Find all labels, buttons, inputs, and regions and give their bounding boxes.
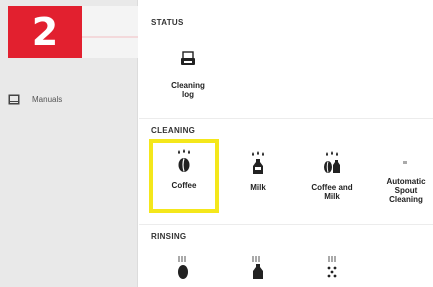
spout-rinse-icon xyxy=(327,256,337,278)
sidebar-item-label: Manuals xyxy=(32,94,63,104)
tile-coffee[interactable]: Coffee xyxy=(149,139,219,213)
tile-label: Coffee xyxy=(171,181,197,190)
tile-label: Automatic Spout Cleaning xyxy=(386,177,426,204)
section-divider xyxy=(139,224,433,225)
coffee-bean-drops-icon xyxy=(178,149,190,172)
section-title-rinsing: RINSING xyxy=(151,232,187,241)
coffee-milk-drops-icon xyxy=(324,151,340,173)
section-title-cleaning: CLEANING xyxy=(151,126,196,135)
tile-milk[interactable]: Milk xyxy=(223,143,293,217)
tile-label: Cleaning log xyxy=(171,81,205,99)
tile-label: Milk xyxy=(250,183,266,192)
milk-bottle-drops-icon xyxy=(252,151,264,174)
tile-rinse-coffee[interactable] xyxy=(149,252,219,287)
sidebar: 2 Manuals xyxy=(0,0,138,287)
section-title-status: STATUS xyxy=(151,18,184,27)
tile-coffee-and-milk[interactable]: Coffee and Milk xyxy=(297,143,367,217)
main-panel: STATUS Cleaning log CLEANING Coffee Milk… xyxy=(139,0,433,287)
book-icon xyxy=(8,94,20,104)
section-divider xyxy=(139,118,433,119)
spout-dot-icon xyxy=(403,161,407,164)
tile-automatic-spout-cleaning[interactable]: Automatic Spout Cleaning xyxy=(371,143,433,217)
printer-log-icon xyxy=(181,51,195,65)
tile-rinse-milk[interactable] xyxy=(223,252,293,287)
milk-rinse-icon xyxy=(252,256,263,279)
step-badge: 2 xyxy=(8,6,82,58)
tile-label: Coffee and Milk xyxy=(311,183,353,201)
coffee-rinse-icon xyxy=(178,256,188,279)
sidebar-item-manuals[interactable]: Manuals xyxy=(8,88,136,110)
sidebar-header-item[interactable] xyxy=(82,6,138,58)
tile-rinse-spout[interactable] xyxy=(297,252,367,287)
tile-cleaning-log[interactable]: Cleaning log xyxy=(153,44,223,118)
